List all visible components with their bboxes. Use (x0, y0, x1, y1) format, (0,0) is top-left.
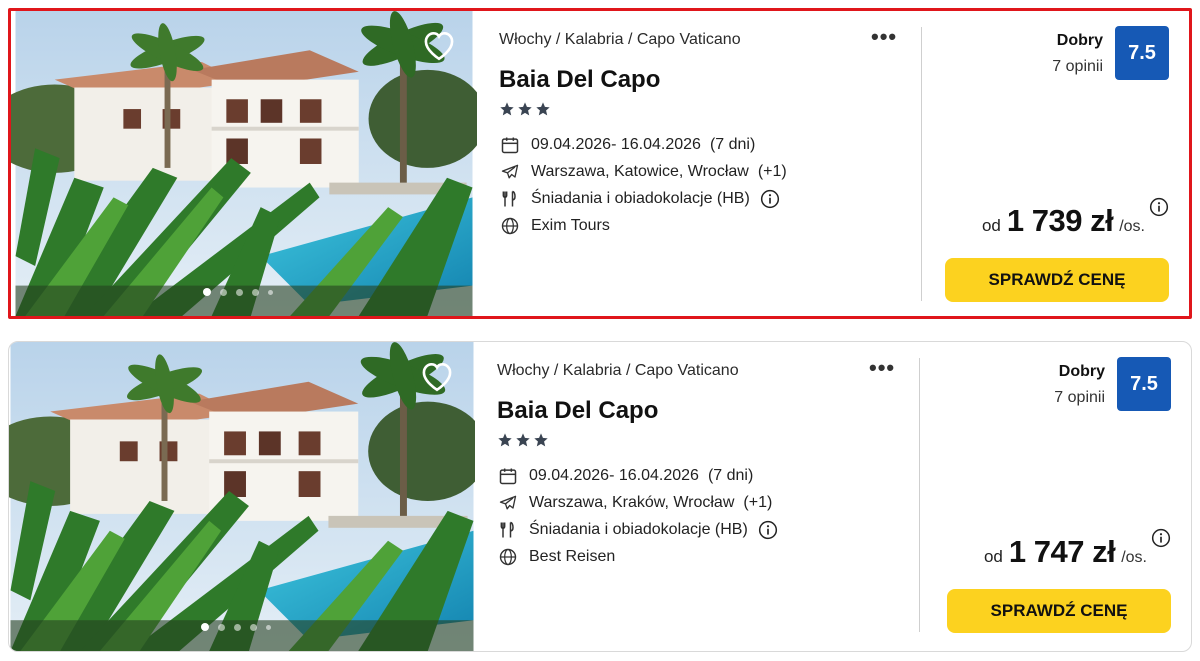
info-circle-icon[interactable] (758, 520, 778, 540)
star-icon (499, 101, 515, 117)
location-breadcrumb[interactable]: Włochy / Kalabria / Capo Vaticano (497, 362, 739, 380)
dates-row: 09.04.2026- 16.04.2026 (7 dni) (499, 131, 787, 158)
offer-info: Włochy / Kalabria / Capo Vaticano ••• Ba… (499, 11, 919, 316)
hotel-photo[interactable] (11, 11, 477, 316)
info-circle-icon[interactable] (1151, 528, 1171, 548)
departures-text: Warszawa, Kraków, Wrocław (529, 493, 735, 511)
dates-text: 09.04.2026- 16.04.2026 (531, 135, 701, 153)
operator-text: Best Reisen (529, 547, 616, 565)
price-value: 1 747 zł (1008, 534, 1116, 569)
divider (919, 358, 920, 632)
carousel-dot[interactable] (236, 288, 243, 296)
offer-facts: 09.04.2026- 16.04.2026 (7 dni) Warszawa,… (497, 462, 778, 570)
operator-text: Exim Tours (531, 216, 610, 234)
star-icon (497, 432, 513, 448)
heart-outline-icon[interactable] (421, 29, 457, 61)
rating-word: Dobry (1058, 363, 1105, 380)
rating-badge: 7.5 (1115, 26, 1169, 80)
hotel-photo-image (9, 342, 475, 651)
globe-icon (499, 215, 521, 237)
plane-icon (499, 161, 521, 183)
hotel-stars (497, 432, 549, 448)
carousel-dot[interactable] (220, 288, 227, 296)
carousel-dot[interactable] (266, 624, 271, 630)
cutlery-icon (499, 188, 521, 210)
star-icon (533, 432, 549, 448)
heart-outline-icon[interactable] (419, 360, 455, 392)
price-value: 1 739 zł (1006, 203, 1114, 238)
more-options-button[interactable]: ••• (869, 357, 895, 379)
carousel-dot[interactable] (234, 623, 241, 631)
calendar-icon (497, 465, 519, 487)
board-text: Śniadania i obiadokolacje (HB) (531, 189, 750, 207)
carousel-dots[interactable] (201, 623, 271, 631)
carousel-dots[interactable] (203, 288, 273, 296)
hotel-photo-image (11, 11, 477, 316)
offer-card[interactable]: Włochy / Kalabria / Capo Vaticano ••• Ba… (8, 341, 1192, 652)
hotel-photo[interactable] (9, 342, 475, 651)
carousel-dot[interactable] (201, 623, 209, 631)
departures-row: Warszawa, Kraków, Wrocław (+1) (497, 489, 778, 516)
star-icon (515, 432, 531, 448)
board-row: Śniadania i obiadokolacje (HB) (499, 185, 787, 212)
duration-text: (7 dni) (707, 466, 754, 484)
price-prefix: od (981, 216, 1001, 235)
globe-icon (497, 546, 519, 568)
operator-row: Exim Tours (499, 212, 787, 239)
reviews-link[interactable]: 7 opinii (1054, 389, 1105, 407)
hotel-name[interactable]: Baia Del Capo (499, 66, 660, 94)
offer-info: Włochy / Kalabria / Capo Vaticano ••• Ba… (497, 342, 917, 651)
plane-icon (497, 492, 519, 514)
carousel-dot[interactable] (218, 623, 225, 631)
dates-row: 09.04.2026- 16.04.2026 (7 dni) (497, 462, 778, 489)
more-options-button[interactable]: ••• (871, 26, 897, 48)
dates-text: 09.04.2026- 16.04.2026 (529, 466, 699, 484)
carousel-dot[interactable] (268, 289, 273, 295)
hotel-name[interactable]: Baia Del Capo (497, 397, 658, 425)
carousel-dot[interactable] (252, 288, 259, 296)
board-text: Śniadania i obiadokolacje (HB) (529, 520, 748, 538)
price-row: od 1 739 zł /os. (982, 203, 1169, 239)
info-circle-icon[interactable] (760, 189, 780, 209)
rating-badge: 7.5 (1117, 357, 1171, 411)
departures-more[interactable]: (+1) (758, 163, 787, 181)
calendar-icon (499, 134, 521, 156)
rating-word: Dobry (1056, 32, 1103, 49)
price-prefix: od (983, 547, 1003, 566)
check-price-button[interactable]: SPRAWDŹ CENĘ (945, 258, 1169, 302)
hotel-stars (499, 101, 551, 117)
board-row: Śniadania i obiadokolacje (HB) (497, 516, 778, 543)
reviews-link[interactable]: 7 opinii (1052, 58, 1103, 76)
duration-text: (7 dni) (709, 135, 756, 153)
price-suffix: /os. (1119, 218, 1145, 235)
price-row: od 1 747 zł /os. (984, 534, 1171, 570)
departures-row: Warszawa, Katowice, Wrocław (+1) (499, 158, 787, 185)
info-circle-icon[interactable] (1149, 197, 1169, 217)
carousel-dot[interactable] (203, 288, 211, 296)
operator-row: Best Reisen (497, 543, 778, 570)
departures-text: Warszawa, Katowice, Wrocław (531, 162, 749, 180)
cutlery-icon (497, 519, 519, 541)
offer-facts: 09.04.2026- 16.04.2026 (7 dni) Warszawa,… (499, 131, 787, 239)
star-icon (517, 101, 533, 117)
check-price-button[interactable]: SPRAWDŹ CENĘ (947, 589, 1171, 633)
price-suffix: /os. (1121, 549, 1147, 566)
star-icon (535, 101, 551, 117)
location-breadcrumb[interactable]: Włochy / Kalabria / Capo Vaticano (499, 31, 741, 49)
departures-more[interactable]: (+1) (743, 494, 772, 512)
offer-card[interactable]: Włochy / Kalabria / Capo Vaticano ••• Ba… (8, 8, 1192, 319)
carousel-dot[interactable] (250, 623, 257, 631)
divider (921, 27, 922, 301)
